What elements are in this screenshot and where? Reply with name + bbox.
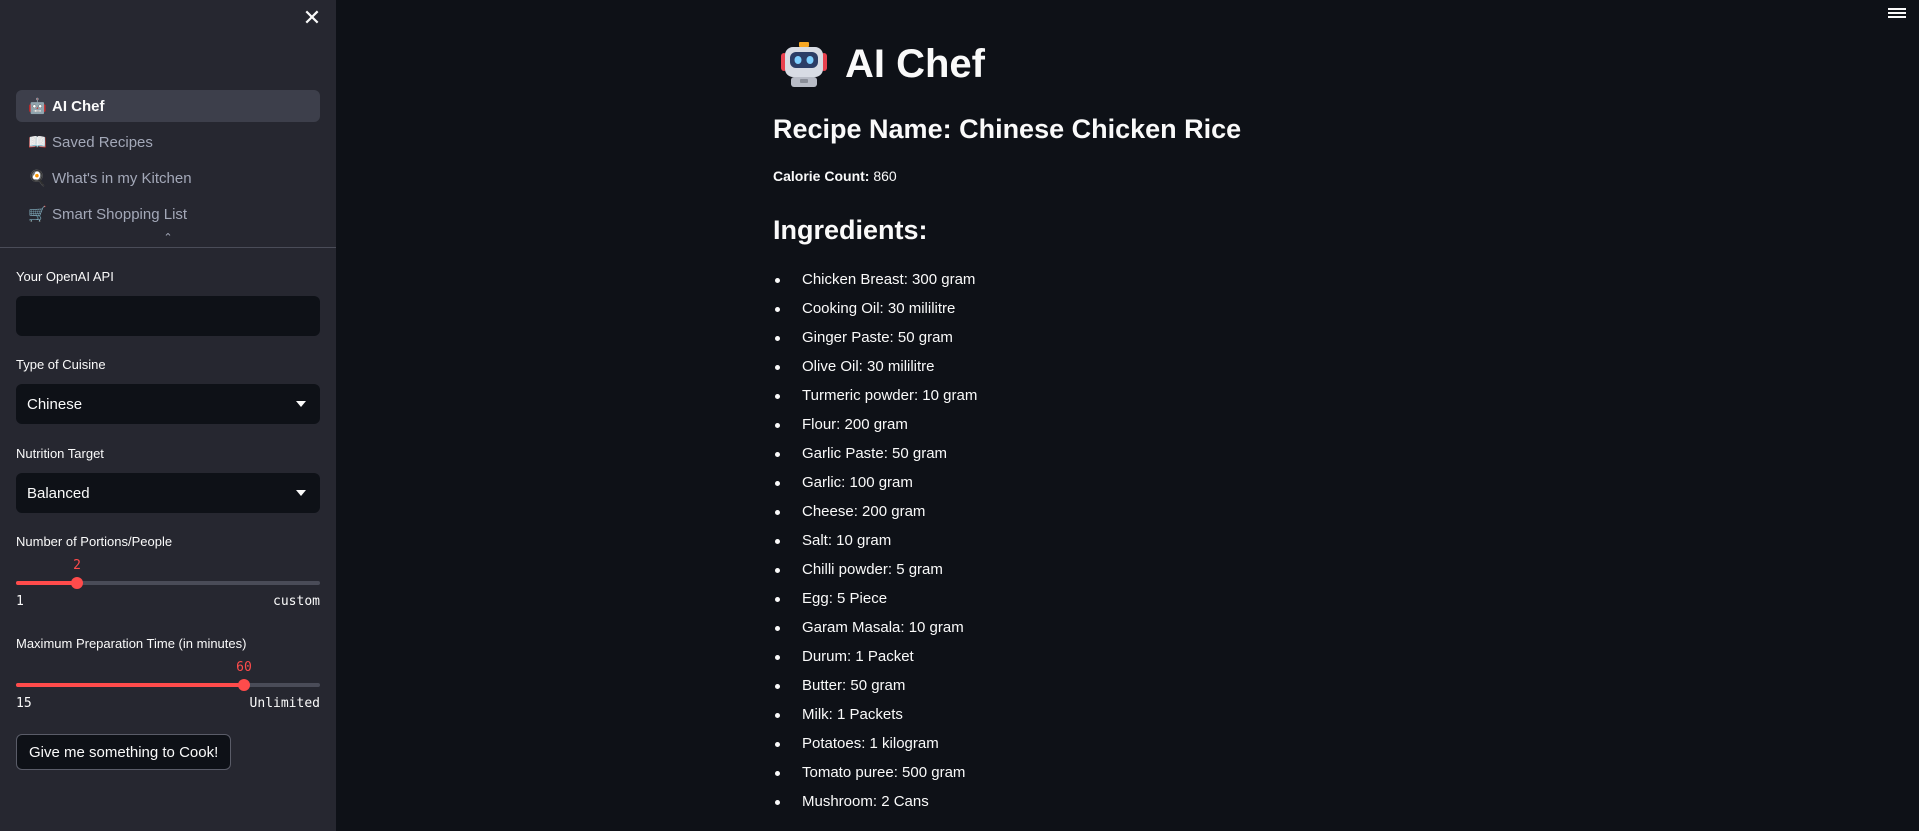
slider-value: 60 (236, 660, 252, 675)
close-sidebar-icon[interactable]: ✕ (298, 4, 326, 32)
list-item: Mushroom: 2 Cans (773, 791, 1273, 820)
slider-max: custom (273, 594, 320, 609)
portions-slider[interactable]: 2 1 custom (16, 558, 320, 616)
nav-item-label: Saved Recipes (52, 133, 153, 151)
calorie-label: Calorie Count: (773, 168, 870, 184)
slider-fill (16, 581, 77, 585)
caret-down-icon (296, 401, 306, 407)
list-item: Salt: 10 gram (773, 530, 1273, 559)
caret-down-icon (296, 490, 306, 496)
slider-min: 1 (16, 594, 24, 609)
list-item: Chicken Breast: 300 gram (773, 269, 1273, 298)
nutrition-label: Nutrition Target (16, 446, 104, 461)
cook-button[interactable]: Give me something to Cook! (16, 734, 232, 770)
nav-item-kitchen[interactable]: 🍳 What's in my Kitchen (16, 162, 320, 194)
list-item: Chilli powder: 5 gram (773, 559, 1273, 588)
recipe-name: Recipe Name: Chinese Chicken Rice (773, 114, 1242, 144)
shopping-cart-icon: 🛒 (28, 206, 47, 223)
list-item: Cooking Oil: 30 mililitre (773, 298, 1273, 327)
slider-thumb[interactable] (238, 679, 250, 691)
cuisine-label: Type of Cuisine (16, 357, 106, 372)
ingredients-list: Chicken Breast: 300 gram Cooking Oil: 30… (773, 269, 1273, 820)
prep-time-label: Maximum Preparation Time (in minutes) (16, 636, 247, 651)
list-item: Ginger Paste: 50 gram (773, 327, 1273, 356)
list-item: Turmeric powder: 10 gram (773, 385, 1273, 414)
nav-item-label: Smart Shopping List (52, 205, 188, 223)
book-icon: 📖 (28, 134, 47, 151)
sidebar-nav: 🤖 AI Chef 📖 Saved Recipes 🍳 What's in my… (16, 90, 320, 234)
frying-pan-icon: 🍳 (28, 170, 47, 187)
slider-value: 2 (73, 558, 81, 573)
slider-max: Unlimited (249, 696, 320, 711)
page-title: AI Chef (779, 36, 985, 92)
calorie-count: Calorie Count: 860 (773, 168, 897, 184)
app: ✕ 🤖 AI Chef 📖 Saved Recipes 🍳 What's in … (0, 0, 1919, 831)
list-item: Garlic: 100 gram (773, 472, 1273, 501)
list-item: Butter: 50 gram (773, 675, 1273, 704)
list-item: Tomato puree: 500 gram (773, 762, 1273, 791)
nav-divider (0, 247, 336, 248)
nav-item-shopping-list[interactable]: 🛒 Smart Shopping List (16, 198, 320, 230)
api-key-input[interactable] (16, 296, 320, 336)
nav-item-label: AI Chef (52, 97, 105, 115)
list-item: Durum: 1 Packet (773, 646, 1273, 675)
list-item: Egg: 5 Piece (773, 588, 1273, 617)
nav-item-label: What's in my Kitchen (52, 169, 192, 187)
portions-label: Number of Portions/People (16, 534, 173, 549)
list-item: Milk: 1 Packets (773, 704, 1273, 733)
slider-thumb[interactable] (71, 577, 83, 589)
collapse-nav-chevron-up-icon[interactable]: ⌃ (160, 232, 176, 244)
menu-icon[interactable] (1888, 6, 1906, 22)
nav-item-ai-chef[interactable]: 🤖 AI Chef (16, 90, 320, 122)
list-item: Potatoes: 1 kilogram (773, 733, 1273, 762)
ingredients-heading: Ingredients: (773, 215, 928, 245)
nav-item-saved-recipes[interactable]: 📖 Saved Recipes (16, 126, 320, 158)
list-item: Olive Oil: 30 mililitre (773, 356, 1273, 385)
list-item: Flour: 200 gram (773, 414, 1273, 443)
cuisine-select[interactable]: Chinese (16, 384, 320, 424)
cuisine-selected-value: Chinese (27, 395, 83, 413)
api-key-label: Your OpenAI API (16, 269, 114, 284)
robot-icon: 🤖 (28, 98, 47, 115)
sidebar: ✕ 🤖 AI Chef 📖 Saved Recipes 🍳 What's in … (0, 0, 336, 831)
list-item: Cheese: 200 gram (773, 501, 1273, 530)
calorie-value: 860 (873, 168, 897, 184)
nutrition-selected-value: Balanced (27, 484, 90, 502)
list-item: Garam Masala: 10 gram (773, 617, 1273, 646)
list-item: Garlic Paste: 50 gram (773, 443, 1273, 472)
prep-time-slider[interactable]: 60 15 Unlimited (16, 660, 320, 718)
slider-fill (16, 683, 244, 687)
nutrition-select[interactable]: Balanced (16, 473, 320, 513)
slider-min: 15 (16, 696, 32, 711)
page-title-text: AI Chef (845, 41, 985, 86)
robot-icon (781, 42, 827, 87)
